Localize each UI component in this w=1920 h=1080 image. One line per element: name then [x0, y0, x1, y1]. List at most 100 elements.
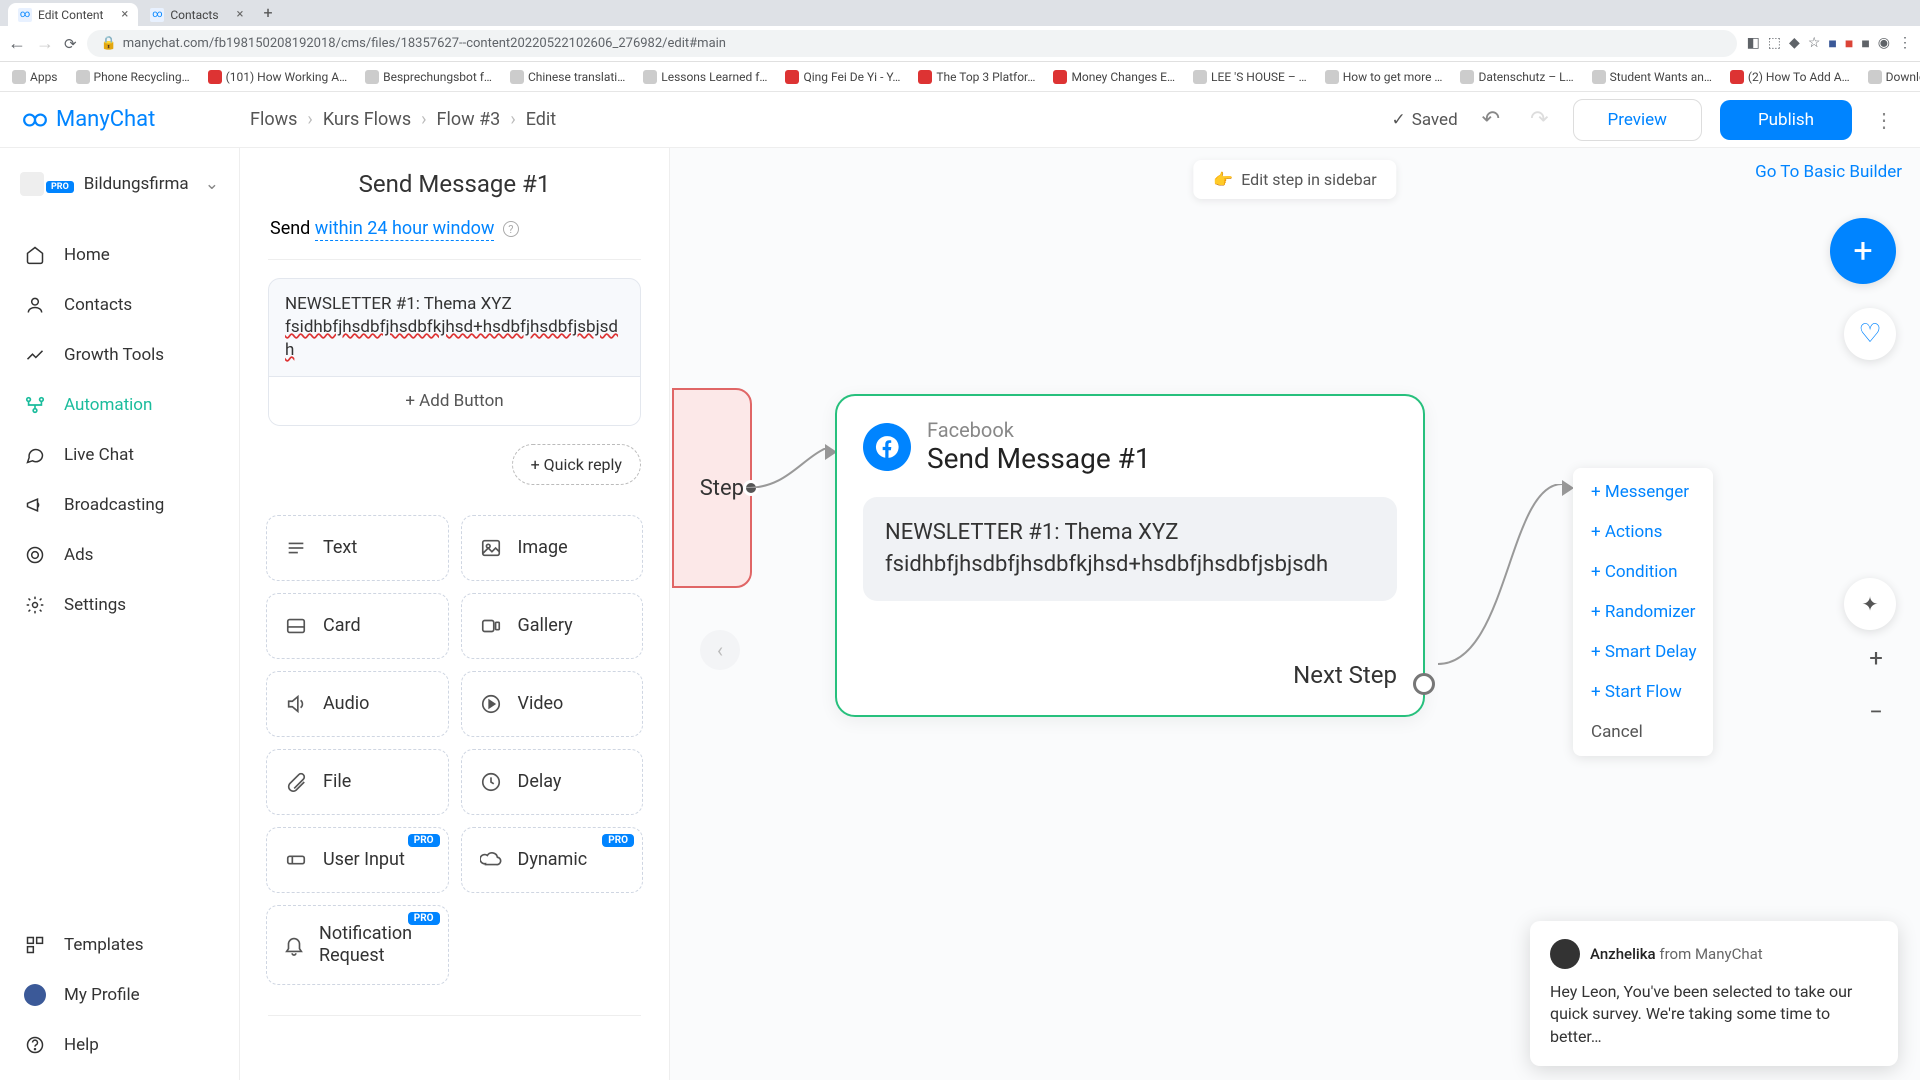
pro-badge: PRO — [408, 834, 440, 847]
bookmark-item[interactable]: How to get more … — [1321, 68, 1447, 86]
new-tab-button[interactable]: + — [255, 0, 280, 26]
bookmark-item[interactable]: Student Wants an… — [1588, 68, 1716, 86]
block-delay[interactable]: Delay — [461, 749, 644, 815]
templates-icon — [24, 934, 46, 956]
forward-button[interactable]: → — [36, 33, 54, 54]
menu-item-cancel[interactable]: Cancel — [1573, 712, 1713, 752]
editor-panel: Send Message #1 Send within 24 hour wind… — [240, 148, 670, 1080]
sidebar-item-profile[interactable]: My Profile — [0, 970, 239, 1020]
breadcrumb-item[interactable]: Flows — [250, 109, 297, 130]
browser-tab[interactable]: ∞ Contacts × — [140, 3, 253, 26]
breadcrumb-item[interactable]: Flow #3 — [437, 109, 501, 130]
video-icon — [478, 691, 504, 717]
bookmark-item[interactable]: The Top 3 Platfor… — [914, 68, 1039, 86]
bookmark-item[interactable]: Lessons Learned f… — [639, 68, 771, 86]
org-switcher[interactable]: PRO Bildungsfirma ⌄ — [0, 158, 239, 210]
sidebar-item-contacts[interactable]: Contacts — [0, 280, 239, 330]
bookmark-item[interactable]: Phone Recycling… — [72, 68, 194, 86]
close-icon[interactable]: × — [121, 7, 128, 22]
publish-button[interactable]: Publish — [1720, 100, 1852, 140]
sidebar-item-home[interactable]: Home — [0, 230, 239, 280]
sidebar-item-automation[interactable]: Automation — [0, 380, 239, 430]
basic-builder-link[interactable]: Go To Basic Builder — [1755, 162, 1902, 182]
star-icon[interactable]: ☆ — [1808, 35, 1821, 52]
block-user-input[interactable]: PROUser Input — [266, 827, 449, 893]
quick-reply-button[interactable]: + Quick reply — [512, 444, 641, 485]
more-icon[interactable]: ⋮ — [1870, 108, 1898, 132]
sidebar-item-livechat[interactable]: Live Chat — [0, 430, 239, 480]
menu-item-randomizer[interactable]: + Randomizer — [1573, 592, 1713, 632]
sidebar-item-broadcasting[interactable]: Broadcasting — [0, 480, 239, 530]
message-preview[interactable]: NEWSLETTER #1: Thema XYZ fsidhbfjhsdbfjh… — [268, 278, 641, 426]
ext-icon[interactable]: ■ — [1845, 35, 1853, 52]
browser-tab-active[interactable]: ∞ Edit Content × — [8, 3, 138, 26]
block-dynamic[interactable]: PRODynamic — [461, 827, 644, 893]
ext-icon[interactable]: ■ — [1828, 35, 1836, 52]
zoom-out-button[interactable]: − — [1856, 692, 1896, 732]
bookmark-item[interactable]: Datenschutz – L… — [1456, 68, 1577, 86]
block-video[interactable]: Video — [461, 671, 644, 737]
profile-icon[interactable]: ◉ — [1878, 35, 1890, 52]
app-logo[interactable]: ManyChat — [22, 107, 232, 133]
url-input[interactable]: 🔒 manychat.com/fb198150208192018/cms/fil… — [87, 30, 1737, 57]
block-file[interactable]: File — [266, 749, 449, 815]
sidebar-item-settings[interactable]: Settings — [0, 580, 239, 630]
edit-in-sidebar-button[interactable]: 👉 Edit step in sidebar — [1193, 160, 1396, 199]
menu-item-actions[interactable]: + Actions — [1573, 512, 1713, 552]
block-text[interactable]: Text — [266, 515, 449, 581]
bookmark-item[interactable]: Chinese translati… — [506, 68, 629, 86]
collapse-button[interactable]: ‹ — [700, 630, 740, 670]
back-button[interactable]: ← — [8, 33, 26, 54]
output-port[interactable] — [1413, 673, 1435, 695]
bookmark-item[interactable]: LEE 'S HOUSE – … — [1189, 68, 1311, 86]
ext-icon[interactable]: ■ — [1861, 35, 1869, 52]
app-header: ManyChat Flows › Kurs Flows › Flow #3 › … — [0, 92, 1920, 148]
info-icon[interactable]: ? — [503, 221, 519, 237]
favorite-fab[interactable]: ♡ — [1844, 308, 1896, 360]
block-gallery[interactable]: Gallery — [461, 593, 644, 659]
preview-button[interactable]: Preview — [1573, 99, 1702, 141]
canvas-node-send-message[interactable]: Facebook Send Message #1 NEWSLETTER #1: … — [835, 394, 1425, 717]
flow-canvas[interactable]: 👉 Edit step in sidebar Go To Basic Build… — [670, 148, 1920, 1080]
sidebar-item-help[interactable]: Help — [0, 1020, 239, 1070]
undo-button[interactable]: ↶ — [1476, 107, 1506, 132]
bookmark-label: Phone Recycling… — [94, 70, 190, 84]
bookmark-item[interactable]: (2) How To Add A… — [1726, 68, 1854, 86]
breadcrumb-item[interactable]: Kurs Flows — [323, 109, 411, 130]
bookmark-apps[interactable]: Apps — [8, 68, 62, 86]
magic-fab[interactable]: ✦ — [1844, 578, 1896, 630]
menu-icon[interactable]: ⋮ — [1898, 35, 1912, 52]
menu-item-start-flow[interactable]: + Start Flow — [1573, 672, 1713, 712]
bookmark-item[interactable]: Money Changes E… — [1049, 68, 1179, 86]
bookmark-item[interactable]: (101) How Working A… — [204, 68, 351, 86]
file-icon — [283, 769, 309, 795]
send-window-link[interactable]: within 24 hour window — [315, 218, 495, 241]
sidebar-item-templates[interactable]: Templates — [0, 920, 239, 970]
next-step-port[interactable]: Next Step — [863, 661, 1397, 689]
block-card[interactable]: Card — [266, 593, 449, 659]
zoom-in-button[interactable]: + — [1856, 638, 1896, 678]
close-icon[interactable]: × — [237, 7, 244, 22]
add-button[interactable]: + Add Button — [269, 377, 640, 425]
sidebar-item-growth[interactable]: Growth Tools — [0, 330, 239, 380]
ext-icon[interactable]: ⬚ — [1768, 35, 1781, 52]
redo-button[interactable]: ↷ — [1524, 107, 1554, 132]
message-text[interactable]: NEWSLETTER #1: Thema XYZ fsidhbfjhsdbfjh… — [269, 279, 640, 377]
menu-item-condition[interactable]: + Condition — [1573, 552, 1713, 592]
previous-step-node[interactable]: Step — [672, 388, 752, 588]
menu-item-smart-delay[interactable]: + Smart Delay — [1573, 632, 1713, 672]
menu-item-messenger[interactable]: + Messenger — [1573, 472, 1713, 512]
sidebar-item-ads[interactable]: Ads — [0, 530, 239, 580]
support-chat-popup[interactable]: Anzhelika from ManyChat Hey Leon, You've… — [1530, 921, 1898, 1066]
add-step-fab[interactable]: + — [1830, 218, 1896, 284]
block-label: File — [323, 771, 351, 792]
ext-icon[interactable]: ◧ — [1747, 35, 1760, 52]
block-image[interactable]: Image — [461, 515, 644, 581]
block-notification-request[interactable]: PRONotification Request — [266, 905, 449, 985]
bookmark-item[interactable]: Qing Fei De Yi - Y… — [781, 68, 904, 86]
bookmark-item[interactable]: Besprechungsbot f… — [361, 68, 496, 86]
block-audio[interactable]: Audio — [266, 671, 449, 737]
reload-button[interactable]: ⟳ — [64, 35, 77, 53]
bookmark-item[interactable]: Download - Cooki… — [1864, 68, 1920, 86]
ext-icon[interactable]: ◆ — [1789, 35, 1800, 52]
